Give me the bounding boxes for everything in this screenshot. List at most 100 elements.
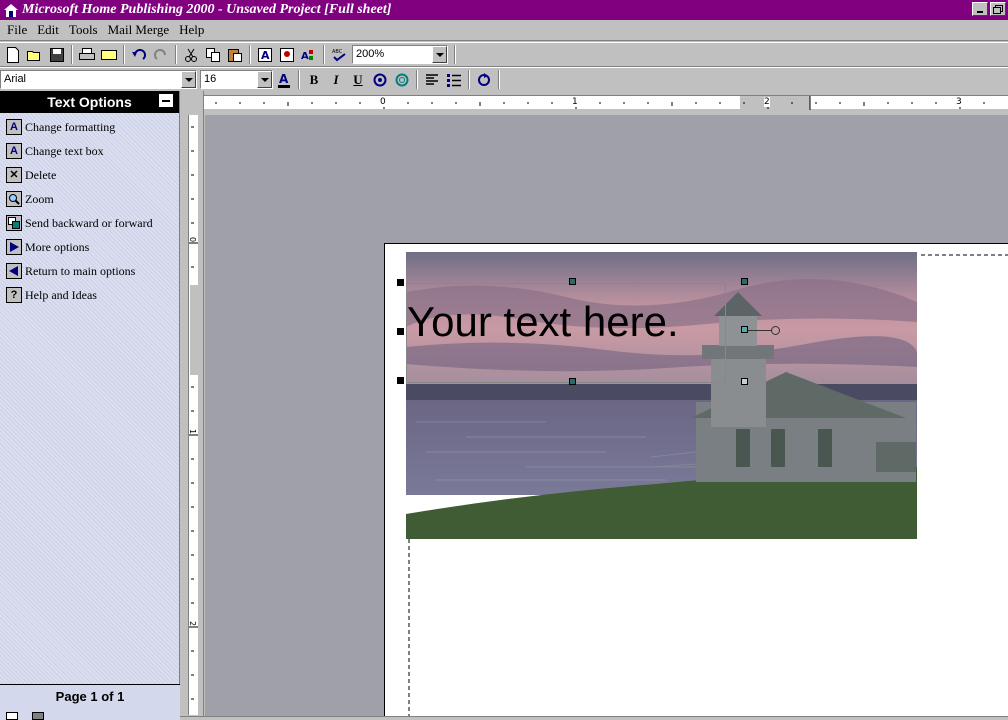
option-change-formatting[interactable]: A Change formatting xyxy=(0,115,179,139)
new-icon[interactable] xyxy=(2,44,24,65)
option-send-backward-forward[interactable]: Send backward or forward xyxy=(0,211,179,235)
svg-text:ABC: ABC xyxy=(332,49,343,55)
menu-file[interactable]: File xyxy=(2,22,32,38)
minimize-button[interactable] xyxy=(972,2,988,16)
restore-button[interactable] xyxy=(990,2,1006,16)
print-icon[interactable] xyxy=(76,44,98,65)
selection-handle[interactable] xyxy=(569,378,576,385)
rotate-icon[interactable] xyxy=(473,69,495,90)
chevron-down-icon[interactable] xyxy=(257,71,272,88)
arrow-left-icon xyxy=(6,263,22,279)
menu-edit[interactable]: Edit xyxy=(32,22,64,38)
option-label: Change text box xyxy=(25,143,104,158)
undo-icon[interactable] xyxy=(128,44,150,65)
ruler-label: 2 xyxy=(188,620,198,627)
selection-handle[interactable] xyxy=(569,278,576,285)
option-change-text-box[interactable]: A Change text box xyxy=(0,139,179,163)
option-delete[interactable]: ✕ Delete xyxy=(0,163,179,187)
rotate-handle[interactable] xyxy=(771,326,780,335)
text-outline-icon[interactable] xyxy=(391,69,413,90)
menu-mail-merge[interactable]: Mail Merge xyxy=(103,22,175,38)
spelling-icon[interactable]: ABC xyxy=(328,44,350,65)
font-size-value: 16 xyxy=(204,73,217,85)
formatting-toolbar: Arial 16 A B I U xyxy=(0,67,1008,92)
toolbar-separator xyxy=(323,45,325,64)
option-label: More options xyxy=(25,239,90,254)
magnifier-icon xyxy=(6,191,22,207)
panel-minimize-button[interactable] xyxy=(159,94,173,107)
menu-tools[interactable]: Tools xyxy=(64,22,103,38)
option-help-ideas[interactable]: ? Help and Ideas xyxy=(0,283,179,307)
selection-handle[interactable] xyxy=(397,279,404,286)
option-zoom[interactable]: Zoom xyxy=(0,187,179,211)
redo-icon[interactable] xyxy=(150,44,172,65)
save-icon[interactable] xyxy=(46,44,68,65)
toolbar-separator xyxy=(498,70,500,89)
option-label: Change formatting xyxy=(25,119,116,134)
selection-handle[interactable] xyxy=(741,378,748,385)
font-name-select[interactable]: Arial xyxy=(0,70,197,89)
bullets-icon[interactable] xyxy=(443,69,465,90)
toolbar-separator xyxy=(468,70,470,89)
selection-handle[interactable] xyxy=(397,377,404,384)
option-return-main[interactable]: Return to main options xyxy=(0,259,179,283)
insert-text-icon[interactable]: A xyxy=(254,44,276,65)
arrow-right-icon xyxy=(6,239,22,255)
document-page[interactable]: Your text here. xyxy=(384,243,1008,716)
standard-toolbar: A A ABC 200% xyxy=(0,42,1008,67)
ruler-label: 0 xyxy=(188,236,198,243)
option-label: Zoom xyxy=(25,191,54,206)
page-thumbnail-icon[interactable] xyxy=(6,712,18,720)
toolbar-separator xyxy=(71,45,73,64)
work-area[interactable]: Your text here. xyxy=(205,115,1008,716)
zoom-value: 200% xyxy=(356,48,385,60)
font-color-icon[interactable]: A xyxy=(273,69,295,90)
app-icon[interactable] xyxy=(3,2,19,18)
help-question-icon: ? xyxy=(6,287,22,303)
ruler-label: 0 xyxy=(380,97,386,107)
selection-handle[interactable] xyxy=(741,278,748,285)
zoom-select[interactable]: 200% xyxy=(352,45,448,64)
panel-header: Text Options xyxy=(0,91,179,113)
copy-icon[interactable] xyxy=(202,44,224,65)
placeholder-text[interactable]: Your text here. xyxy=(407,298,679,346)
selection-handle[interactable] xyxy=(397,328,404,335)
ruler-label: 2 xyxy=(764,97,770,107)
option-label: Help and Ideas xyxy=(25,287,97,302)
open-folder-icon[interactable] xyxy=(24,44,46,65)
align-left-icon[interactable] xyxy=(421,69,443,90)
italic-button[interactable]: I xyxy=(325,69,347,90)
layers-icon xyxy=(6,215,22,231)
cut-icon[interactable] xyxy=(180,44,202,65)
font-size-select[interactable]: 16 xyxy=(200,70,273,89)
underline-button[interactable]: U xyxy=(347,69,369,90)
ruler-label: 1 xyxy=(572,97,578,107)
bold-button[interactable]: B xyxy=(303,69,325,90)
page-label: Page 1 of 1 xyxy=(55,689,125,704)
chevron-down-icon[interactable] xyxy=(181,71,196,88)
delete-x-icon: ✕ xyxy=(6,167,22,183)
selection-handle[interactable] xyxy=(741,326,748,333)
text-box[interactable]: Your text here. xyxy=(406,283,726,383)
page-thumbnail-icon[interactable] xyxy=(32,712,44,720)
insert-picture-icon[interactable] xyxy=(276,44,298,65)
text-effects-icon[interactable] xyxy=(369,69,391,90)
option-label: Return to main options xyxy=(25,263,136,278)
window-title: Microsoft Home Publishing 2000 - Unsaved… xyxy=(22,2,392,17)
toolbar-separator xyxy=(454,45,456,64)
menu-bar: File Edit Tools Mail Merge Help xyxy=(0,20,1008,41)
horizontal-ruler[interactable]: 0 1 2 3 xyxy=(204,91,1008,115)
insert-shapes-icon[interactable]: A xyxy=(298,44,320,65)
paste-icon[interactable] xyxy=(224,44,246,65)
svg-text:A: A xyxy=(261,49,270,62)
font-name-value: Arial xyxy=(4,73,27,85)
ruler-label: 3 xyxy=(956,97,962,107)
vertical-ruler[interactable]: 0 1 2 xyxy=(180,91,204,716)
bottom-scroll-edge xyxy=(180,716,1008,720)
option-more-options[interactable]: More options xyxy=(0,235,179,259)
print-preview-icon[interactable] xyxy=(98,44,120,65)
chevron-down-icon[interactable] xyxy=(432,46,447,63)
toolbar-separator xyxy=(123,45,125,64)
rotate-handle-line xyxy=(748,330,772,331)
menu-help[interactable]: Help xyxy=(174,22,209,38)
